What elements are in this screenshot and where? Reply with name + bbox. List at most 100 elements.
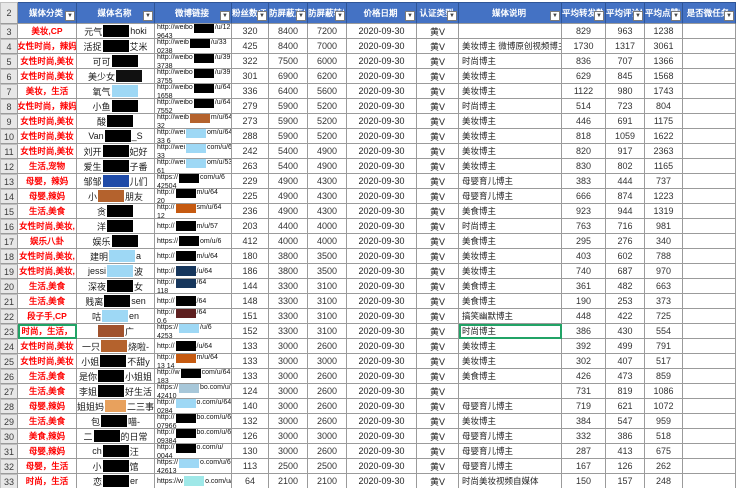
cell-task[interactable] (683, 459, 736, 474)
cell-price-date[interactable]: 2020-09-30 (347, 24, 417, 39)
cell-weibo-link[interactable]: http:///u/64 (155, 264, 232, 279)
row-number[interactable]: 17 (0, 234, 18, 249)
cell-category[interactable]: 娱乐八卦 (18, 234, 77, 249)
column-header-repost[interactable]: 防屏蔽转发▼ (308, 2, 347, 24)
cell-weibo-link[interactable]: http:///u/64 (155, 339, 232, 354)
cell-antiblock-repost-price[interactable]: 2600 (308, 444, 347, 459)
cell-antiblock-direct-price[interactable]: 4400 (269, 219, 308, 234)
cell-fans-count[interactable]: 152 (232, 324, 269, 339)
cell-avg-like[interactable]: 791 (645, 339, 683, 354)
cell-fans-count[interactable]: 186 (232, 264, 269, 279)
cell-fans-count[interactable]: 225 (232, 189, 269, 204)
cell-task[interactable] (683, 414, 736, 429)
cell-weibo-link[interactable]: https://om/u/6 (155, 234, 232, 249)
cell-fans-count[interactable]: 180 (232, 249, 269, 264)
cell-antiblock-direct-price[interactable]: 3800 (269, 249, 308, 264)
cell-price-date[interactable]: 2020-09-30 (347, 264, 417, 279)
cell-antiblock-repost-price[interactable]: 2600 (308, 369, 347, 384)
cell-avg-like[interactable]: 518 (645, 429, 683, 444)
cell-weibo-link[interactable]: http://sm/u/6412 (155, 204, 232, 219)
cell-antiblock-repost-price[interactable]: 4000 (308, 234, 347, 249)
cell-category[interactable]: 女性时尚,美妆 (18, 354, 77, 369)
cell-media-desc[interactable]: 美妆博主 (459, 414, 562, 429)
cell-avg-repost[interactable]: 392 (562, 339, 606, 354)
row-number[interactable]: 13 (0, 174, 18, 189)
cell-avg-comment[interactable]: 691 (606, 114, 645, 129)
cell-media-name[interactable]: 氧气 (77, 84, 155, 99)
cell-category[interactable]: 时尚，生活 (18, 474, 77, 488)
row-number[interactable]: 27 (0, 384, 18, 399)
cell-avg-comment[interactable]: 1059 (606, 129, 645, 144)
cell-media-name[interactable]: ch汪 (77, 444, 155, 459)
cell-avg-repost[interactable]: 830 (562, 159, 606, 174)
cell-task[interactable] (683, 129, 736, 144)
column-header-task[interactable]: 是否微任务▼ (683, 2, 736, 24)
cell-avg-comment[interactable]: 499 (606, 339, 645, 354)
row-number[interactable]: 18 (0, 249, 18, 264)
row-number[interactable]: 22 (0, 309, 18, 324)
cell-avg-comment[interactable]: 407 (606, 354, 645, 369)
cell-price-date[interactable]: 2020-09-30 (347, 324, 417, 339)
cell-media-name[interactable]: 恋er (77, 474, 155, 488)
cell-avg-like[interactable]: 1175 (645, 114, 683, 129)
cell-avg-repost[interactable]: 167 (562, 459, 606, 474)
row-number[interactable]: 3 (0, 24, 18, 39)
cell-antiblock-direct-price[interactable]: 3300 (269, 309, 308, 324)
cell-antiblock-repost-price[interactable]: 7000 (308, 39, 347, 54)
filter-dropdown-icon[interactable]: ▼ (405, 11, 415, 21)
cell-category[interactable]: 女性时尚,美妆 (18, 339, 77, 354)
cell-media-desc[interactable] (459, 24, 562, 39)
cell-task[interactable] (683, 24, 736, 39)
cell-cert-type[interactable]: 黄V (417, 354, 459, 369)
cell-price-date[interactable]: 2020-09-30 (347, 414, 417, 429)
cell-weibo-link[interactable]: http://o.com/u/0044 (155, 444, 232, 459)
cell-antiblock-direct-price[interactable]: 8400 (269, 39, 308, 54)
cell-price-date[interactable]: 2020-09-30 (347, 399, 417, 414)
cell-avg-comment[interactable]: 482 (606, 279, 645, 294)
cell-avg-repost[interactable]: 386 (562, 324, 606, 339)
cell-avg-like[interactable]: 1319 (645, 204, 683, 219)
row-number[interactable]: 7 (0, 84, 18, 99)
cell-fans-count[interactable]: 126 (232, 429, 269, 444)
cell-price-date[interactable]: 2020-09-30 (347, 219, 417, 234)
cell-media-desc[interactable]: 美妆博主 (459, 249, 562, 264)
cell-antiblock-repost-price[interactable]: 5600 (308, 84, 347, 99)
cell-category[interactable]: 生活,美食 (18, 294, 77, 309)
cell-avg-like[interactable]: 1072 (645, 399, 683, 414)
cell-media-desc[interactable]: 母婴育儿博主 (459, 189, 562, 204)
cell-antiblock-direct-price[interactable]: 2500 (269, 459, 308, 474)
cell-weibo-link[interactable]: http://weibm/u/6432 (155, 114, 232, 129)
cell-weibo-link[interactable]: http://m/u/57 (155, 219, 232, 234)
cell-avg-like[interactable]: 262 (645, 459, 683, 474)
cell-weibo-link[interactable]: https://bo.com/u/642410 (155, 384, 232, 399)
cell-task[interactable] (683, 354, 736, 369)
cell-antiblock-repost-price[interactable]: 3100 (308, 309, 347, 324)
cell-category[interactable]: 生活,美食 (18, 279, 77, 294)
cell-avg-repost[interactable]: 1730 (562, 39, 606, 54)
cell-media-name[interactable]: 是你小姐姐 (77, 369, 155, 384)
cell-task[interactable] (683, 339, 736, 354)
cell-weibo-link[interactable]: http://weiom/u/5361 (155, 159, 232, 174)
cell-weibo-link[interactable]: http://m/u/64 (155, 249, 232, 264)
cell-price-date[interactable]: 2020-09-30 (347, 84, 417, 99)
cell-task[interactable] (683, 444, 736, 459)
cell-media-name[interactable]: 小朋友 (77, 189, 155, 204)
cell-avg-repost[interactable]: 446 (562, 114, 606, 129)
cell-fans-count[interactable]: 229 (232, 174, 269, 189)
cell-fans-count[interactable]: 288 (232, 129, 269, 144)
cell-media-desc[interactable]: 美妆博主 微博原创视频博主 (459, 39, 562, 54)
cell-antiblock-direct-price[interactable]: 3300 (269, 294, 308, 309)
cell-avg-comment[interactable]: 621 (606, 399, 645, 414)
cell-media-name[interactable]: 洋 (77, 219, 155, 234)
cell-avg-like[interactable]: 1568 (645, 69, 683, 84)
cell-cert-type[interactable]: 黄V (417, 84, 459, 99)
cell-cert-type[interactable]: 黄V (417, 249, 459, 264)
cell-category[interactable]: 母婴,辣妈 (18, 189, 77, 204)
cell-antiblock-direct-price[interactable]: 4000 (269, 234, 308, 249)
cell-price-date[interactable]: 2020-09-30 (347, 69, 417, 84)
cell-cert-type[interactable]: 黄V (417, 99, 459, 114)
cell-fans-count[interactable]: 148 (232, 294, 269, 309)
cell-category[interactable]: 女性时尚,美妆 (18, 114, 77, 129)
cell-fans-count[interactable]: 425 (232, 39, 269, 54)
cell-cert-type[interactable]: 黄V (417, 114, 459, 129)
